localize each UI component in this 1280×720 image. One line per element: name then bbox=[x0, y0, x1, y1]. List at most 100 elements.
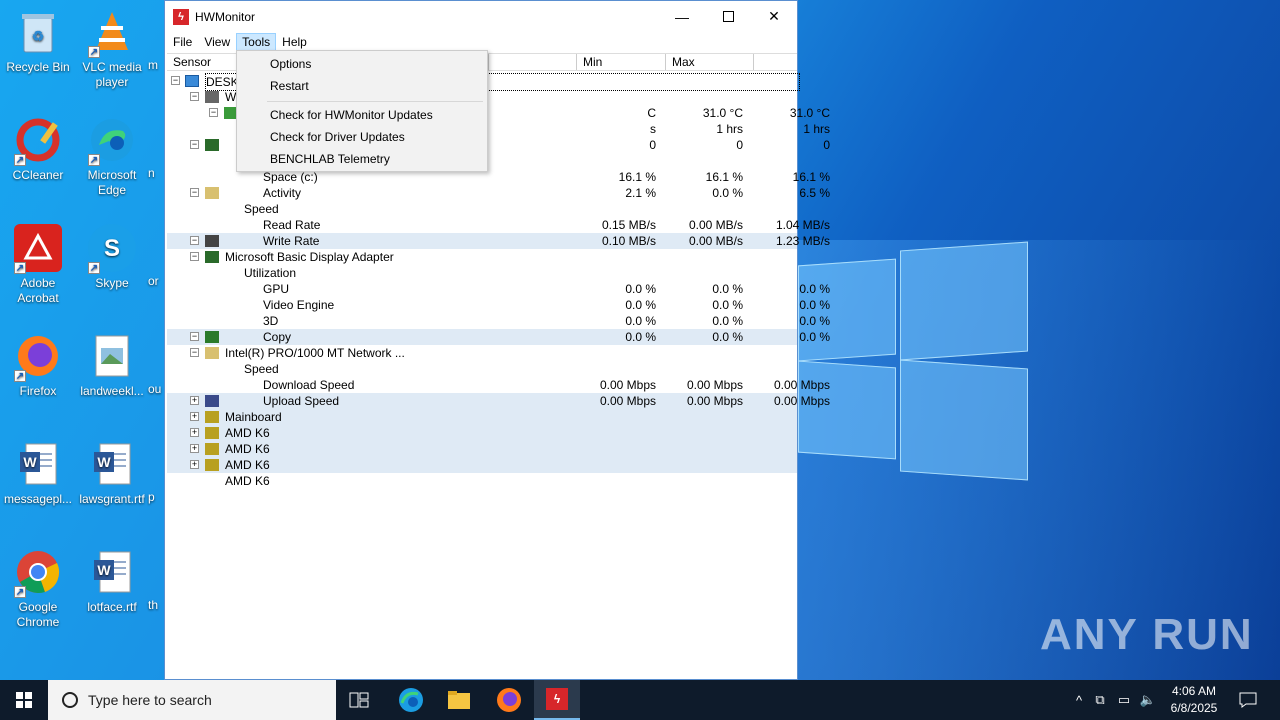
tree-label: Speed bbox=[244, 362, 279, 376]
tree-row[interactable]: + Mainboard bbox=[167, 409, 797, 425]
desktop-icon-lotface[interactable]: W lotface.rtf bbox=[74, 544, 150, 615]
taskbar-file-explorer[interactable] bbox=[436, 680, 482, 720]
tree-row[interactable]: + AMD K6 bbox=[167, 425, 797, 441]
start-button[interactable] bbox=[0, 680, 48, 720]
edge-icon: ↗ bbox=[88, 116, 136, 166]
tree-row[interactable]: Download Speed 0.00 Mbps 0.00 Mbps 0.00 Mbp… bbox=[167, 377, 830, 393]
max-cell: 0.00 Mbps bbox=[773, 378, 830, 392]
minimize-button[interactable]: — bbox=[659, 1, 705, 32]
desktop-icon-recycle-bin[interactable]: ♻ Recycle Bin bbox=[0, 4, 76, 75]
notification-center-button[interactable] bbox=[1226, 680, 1270, 720]
menu-item-restart[interactable]: Restart bbox=[270, 79, 309, 93]
desktop-icon-messagepl[interactable]: W messagepl... bbox=[0, 436, 76, 507]
taskbar-search-box[interactable]: Type here to search bbox=[48, 680, 336, 720]
expand-icon[interactable]: + bbox=[190, 444, 199, 453]
desktop-icon-lawsgrant[interactable]: W lawsgrant.rtf bbox=[74, 436, 150, 507]
menu-file[interactable]: File bbox=[167, 33, 198, 51]
sensor-category-icon bbox=[205, 235, 219, 247]
menu-view[interactable]: View bbox=[198, 33, 236, 51]
collapse-icon[interactable]: − bbox=[190, 92, 199, 101]
tree-row[interactable]: − Activity 2.1 % 0.0 % 6.5 % bbox=[167, 185, 830, 201]
column-header-max[interactable]: Max bbox=[666, 54, 754, 70]
expand-icon[interactable]: + bbox=[190, 396, 199, 405]
close-icon: ✕ bbox=[768, 8, 780, 24]
ccleaner-icon: ↗ bbox=[14, 116, 62, 166]
collapse-icon[interactable]: − bbox=[190, 332, 199, 341]
network-icon[interactable]: ▭ bbox=[1112, 692, 1136, 708]
title-bar[interactable]: ϟ HWMonitor — ✕ bbox=[165, 1, 797, 32]
desktop-icon-landweekl[interactable]: landweekl... bbox=[74, 328, 150, 399]
expand-icon[interactable]: + bbox=[190, 428, 199, 437]
tree-row[interactable]: Video Engine 0.0 % 0.0 % 0.0 % bbox=[167, 297, 830, 313]
desktop-icon-chrome[interactable]: ↗ Google Chrome bbox=[0, 544, 76, 630]
collapse-icon[interactable]: − bbox=[190, 252, 199, 261]
collapse-icon[interactable]: − bbox=[190, 140, 199, 149]
vlc-icon: ↗ bbox=[88, 8, 136, 58]
maximize-button[interactable] bbox=[705, 1, 751, 32]
menu-item-check-driver-updates[interactable]: Check for Driver Updates bbox=[270, 130, 405, 144]
tree-row[interactable]: Read Rate 0.15 MB/s 0.00 MB/s 1.04 MB/s bbox=[167, 217, 830, 233]
desktop-icon-vlc[interactable]: ↗ VLC media player bbox=[74, 4, 150, 90]
menu-item-benchlab-telemetry[interactable]: BENCHLAB Telemetry bbox=[270, 152, 390, 166]
meet-now-icon[interactable]: ⧉ bbox=[1088, 692, 1112, 708]
desktop-icon-firefox[interactable]: ↗ Firefox bbox=[0, 328, 76, 399]
menu-help[interactable]: Help bbox=[276, 33, 313, 51]
taskbar-clock[interactable]: 4:06 AM 6/8/2025 bbox=[1160, 683, 1228, 717]
windows-start-icon bbox=[16, 692, 32, 708]
tree-row[interactable]: Speed bbox=[167, 361, 797, 377]
tree-row[interactable]: − Write Rate 0.10 MB/s 0.00 MB/s 1.23 MB/s bbox=[167, 233, 830, 249]
min-cell: 0 bbox=[736, 138, 743, 152]
expand-icon[interactable]: + bbox=[190, 460, 199, 469]
minimize-icon: — bbox=[675, 8, 689, 25]
max-cell: 6.5 % bbox=[799, 186, 830, 200]
acrobat-icon: ↗ bbox=[14, 224, 62, 274]
tree-label: AMD K6 bbox=[225, 426, 270, 440]
taskbar-hwmonitor[interactable]: ϟ bbox=[534, 680, 580, 720]
collapse-icon[interactable]: − bbox=[190, 188, 199, 197]
tree-label: GPU bbox=[263, 282, 290, 296]
menu-item-options[interactable]: Options bbox=[270, 57, 311, 71]
tree-label: AMD K6 bbox=[225, 474, 270, 488]
desktop-icon-edge[interactable]: ↗ Microsoft Edge bbox=[74, 112, 150, 198]
desktop-icon-acrobat[interactable]: ↗ Adobe Acrobat bbox=[0, 220, 76, 306]
close-button[interactable]: ✕ bbox=[751, 1, 797, 32]
maximize-icon bbox=[722, 11, 734, 22]
max-cell: 0.0 % bbox=[799, 298, 830, 312]
window-title: HWMonitor bbox=[195, 9, 256, 24]
tree-row[interactable]: − Microsoft Basic Display Adapter bbox=[167, 249, 797, 265]
collapse-icon[interactable]: − bbox=[209, 108, 218, 117]
expand-icon[interactable]: + bbox=[190, 412, 199, 421]
value-cell: 0.0 % bbox=[625, 282, 656, 296]
column-header-value[interactable] bbox=[489, 54, 577, 70]
tree-row[interactable]: GPU 0.0 % 0.0 % 0.0 % bbox=[167, 281, 830, 297]
tree-row[interactable]: AMD K6 bbox=[167, 473, 797, 489]
column-header-min[interactable]: Min bbox=[577, 54, 666, 70]
tree-row[interactable]: 3D 0.0 % 0.0 % 0.0 % bbox=[167, 313, 830, 329]
volume-icon[interactable]: 🔈 bbox=[1136, 692, 1160, 708]
svg-text:W: W bbox=[97, 562, 111, 578]
taskbar: Type here to search ϟ ^ ⧉ ▭ 🔈 4:06 AM 6/… bbox=[0, 680, 1280, 720]
desktop-icon-skype[interactable]: S ↗ Skype bbox=[74, 220, 150, 291]
tree-row[interactable]: − Intel(R) PRO/1000 MT Network ... bbox=[167, 345, 797, 361]
tree-row[interactable]: + AMD K6 bbox=[167, 441, 797, 457]
collapse-icon[interactable]: − bbox=[190, 236, 199, 245]
collapse-icon[interactable]: − bbox=[171, 76, 180, 85]
tree-row[interactable]: Utilization bbox=[167, 265, 797, 281]
tree-row[interactable]: − Copy 0.0 % 0.0 % 0.0 % bbox=[167, 329, 830, 345]
taskbar-firefox[interactable] bbox=[486, 680, 532, 720]
task-view-button[interactable] bbox=[336, 680, 382, 720]
menu-tools[interactable]: Tools bbox=[236, 33, 277, 51]
tree-row[interactable]: + AMD K6 bbox=[167, 457, 797, 473]
taskbar-edge[interactable] bbox=[388, 680, 434, 720]
tree-row[interactable]: + Upload Speed 0.00 Mbps 0.00 Mbps 0.00 Mbps bbox=[167, 393, 830, 409]
tree-row[interactable]: Speed bbox=[167, 201, 797, 217]
tree-label: Microsoft Basic Display Adapter bbox=[225, 250, 394, 264]
search-placeholder: Type here to search bbox=[88, 692, 212, 708]
computer-icon bbox=[185, 75, 199, 87]
menu-item-check-hwmonitor-updates[interactable]: Check for HWMonitor Updates bbox=[270, 108, 433, 122]
desktop-icon-ccleaner[interactable]: ↗ CCleaner bbox=[0, 112, 76, 183]
desktop-icon-label: Firefox bbox=[19, 384, 57, 398]
collapse-icon[interactable]: − bbox=[190, 348, 199, 357]
chevron-up-icon[interactable]: ^ bbox=[1070, 693, 1088, 708]
sensor-category-icon bbox=[205, 443, 219, 455]
